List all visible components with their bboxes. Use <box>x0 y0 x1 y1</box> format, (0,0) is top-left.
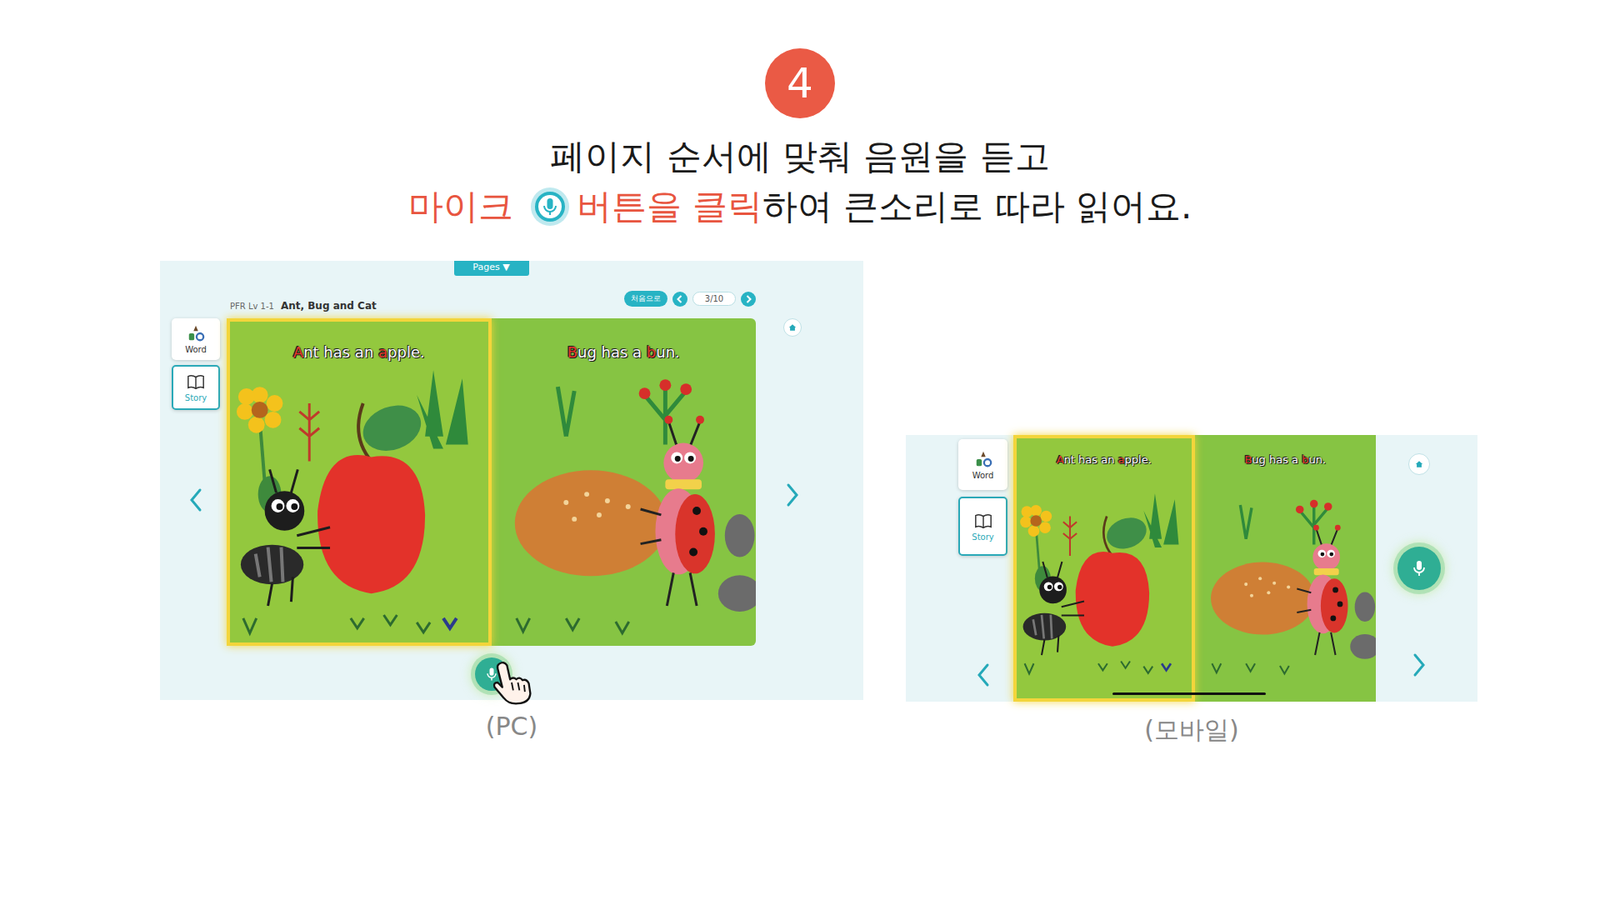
side-menu: Word Story <box>171 318 220 513</box>
book-icon <box>186 372 205 391</box>
mic-area <box>475 657 509 691</box>
mic-icon <box>1409 558 1430 579</box>
hand-cursor-icon <box>488 659 535 706</box>
home-icon <box>1415 460 1424 469</box>
side-menu-item[interactable]: Story <box>958 496 1008 556</box>
book-spread: Ant has an apple. Bug has a bun. <box>226 318 756 646</box>
book-column: Ant has an apple. Bug has a bun. <box>1013 435 1376 702</box>
app-frame: Word Story Ant has an apple. Bug has a bun. <box>905 435 1478 702</box>
mic-button[interactable] <box>1397 546 1441 590</box>
word-icon <box>974 450 993 469</box>
prev-page-icon[interactable] <box>672 291 688 307</box>
bug-bun-illustration <box>1195 472 1377 702</box>
reader-main: Word Story Ant has an apple. Bug has a bun. <box>905 435 1478 702</box>
side-menu: Word Story <box>958 435 1008 688</box>
heading-accent: 마이크 <box>408 181 514 232</box>
pages-tab[interactable]: Pages ▼ <box>454 260 530 276</box>
side-menu-label: Word <box>972 470 995 480</box>
book-title: Ant, Bug and Cat <box>280 300 377 312</box>
book-page[interactable]: Ant has an apple. <box>226 318 492 646</box>
book-page[interactable]: Bug has a bun. <box>491 318 757 646</box>
home-icon <box>788 323 797 332</box>
heading-line: 마이크 버튼을 클릭하여 큰소리로 따라 읽어요. <box>408 181 1193 232</box>
top-strip: Pages ▼ <box>226 260 756 276</box>
book-info: PFR Lv 1-1 Ant, Bug and Cat <box>226 300 377 312</box>
screen-caption: (PC) <box>485 711 538 741</box>
page-sentence: Ant has an apple. <box>1056 453 1152 466</box>
home-button[interactable] <box>1408 453 1430 475</box>
page-counter: 3/10 <box>692 291 736 306</box>
heading-line: 페이지 순서에 맞춰 음원을 듣고 <box>408 131 1193 182</box>
restart-button[interactable]: 처음으로 <box>624 290 668 307</box>
side-menu-label: Story <box>185 393 207 403</box>
next-page-icon[interactable] <box>740 291 756 307</box>
chevron-left-icon[interactable] <box>188 487 204 513</box>
page-sentence: Ant has an apple. <box>293 343 425 361</box>
heading-accent: 버튼을 클릭 <box>576 181 763 232</box>
page-sentence: Bug has a bun. <box>1244 453 1326 466</box>
reader-main: Word Story Ant has an apple. Bug has a bun. <box>160 318 864 691</box>
screens: Pages ▼ PFR Lv 1-1 Ant, Bug and Cat 처음으로 3/1… <box>0 260 1600 748</box>
screen-preview: Pages ▼ PFR Lv 1-1 Ant, Bug and Cat 처음으로 3/1… <box>160 260 864 741</box>
screen-preview: Word Story Ant has an apple. Bug has a bun.… <box>905 435 1478 748</box>
step-badge: 4 <box>765 48 835 119</box>
ant-apple-illustration <box>1013 472 1195 702</box>
app-frame: Pages ▼ PFR Lv 1-1 Ant, Bug and Cat 처음으로 3/1… <box>160 260 864 700</box>
home-indicator <box>1112 692 1266 695</box>
book-header: PFR Lv 1-1 Ant, Bug and Cat 처음으로 3/10 <box>226 275 756 319</box>
book-icon <box>974 511 993 530</box>
chevron-right-icon[interactable] <box>1411 652 1427 678</box>
heading: 페이지 순서에 맞춰 음원을 듣고마이크 버튼을 클릭하여 큰소리로 따라 읽어요… <box>408 131 1193 232</box>
right-controls <box>762 318 823 508</box>
home-button[interactable] <box>783 318 802 337</box>
side-menu-label: Story <box>971 532 994 542</box>
mic-icon <box>530 186 570 227</box>
book-spread: Ant has an apple. Bug has a bun. <box>1013 435 1376 702</box>
word-icon <box>186 324 205 343</box>
side-menu-item[interactable]: Word <box>171 318 220 360</box>
chevron-right-icon[interactable] <box>785 482 800 508</box>
heading-text: 하여 큰소리로 따라 읽어요. <box>762 181 1192 232</box>
ant-apple-illustration <box>226 367 492 646</box>
page-sentence: Bug has a bun. <box>567 343 680 361</box>
screen-caption: (모바일) <box>1144 713 1239 748</box>
page-nav: 처음으로 3/10 <box>624 290 756 307</box>
book-page[interactable]: Bug has a bun. <box>1195 435 1377 702</box>
right-controls <box>1381 435 1457 678</box>
side-menu-label: Word <box>185 345 207 355</box>
chevron-left-icon[interactable] <box>975 662 991 688</box>
tutorial-slide: 4 페이지 순서에 맞춰 음원을 듣고마이크 버튼을 클릭하여 큰소리로 따라 읽어… <box>0 0 1600 900</box>
side-menu-item[interactable]: Word <box>958 439 1008 490</box>
book-column: Ant has an apple. Bug has a bun. <box>226 318 756 691</box>
series-label: PFR Lv 1-1 <box>230 301 275 311</box>
bug-bun-illustration <box>491 367 757 646</box>
side-menu-item[interactable]: Story <box>171 365 220 410</box>
book-page[interactable]: Ant has an apple. <box>1013 435 1195 702</box>
